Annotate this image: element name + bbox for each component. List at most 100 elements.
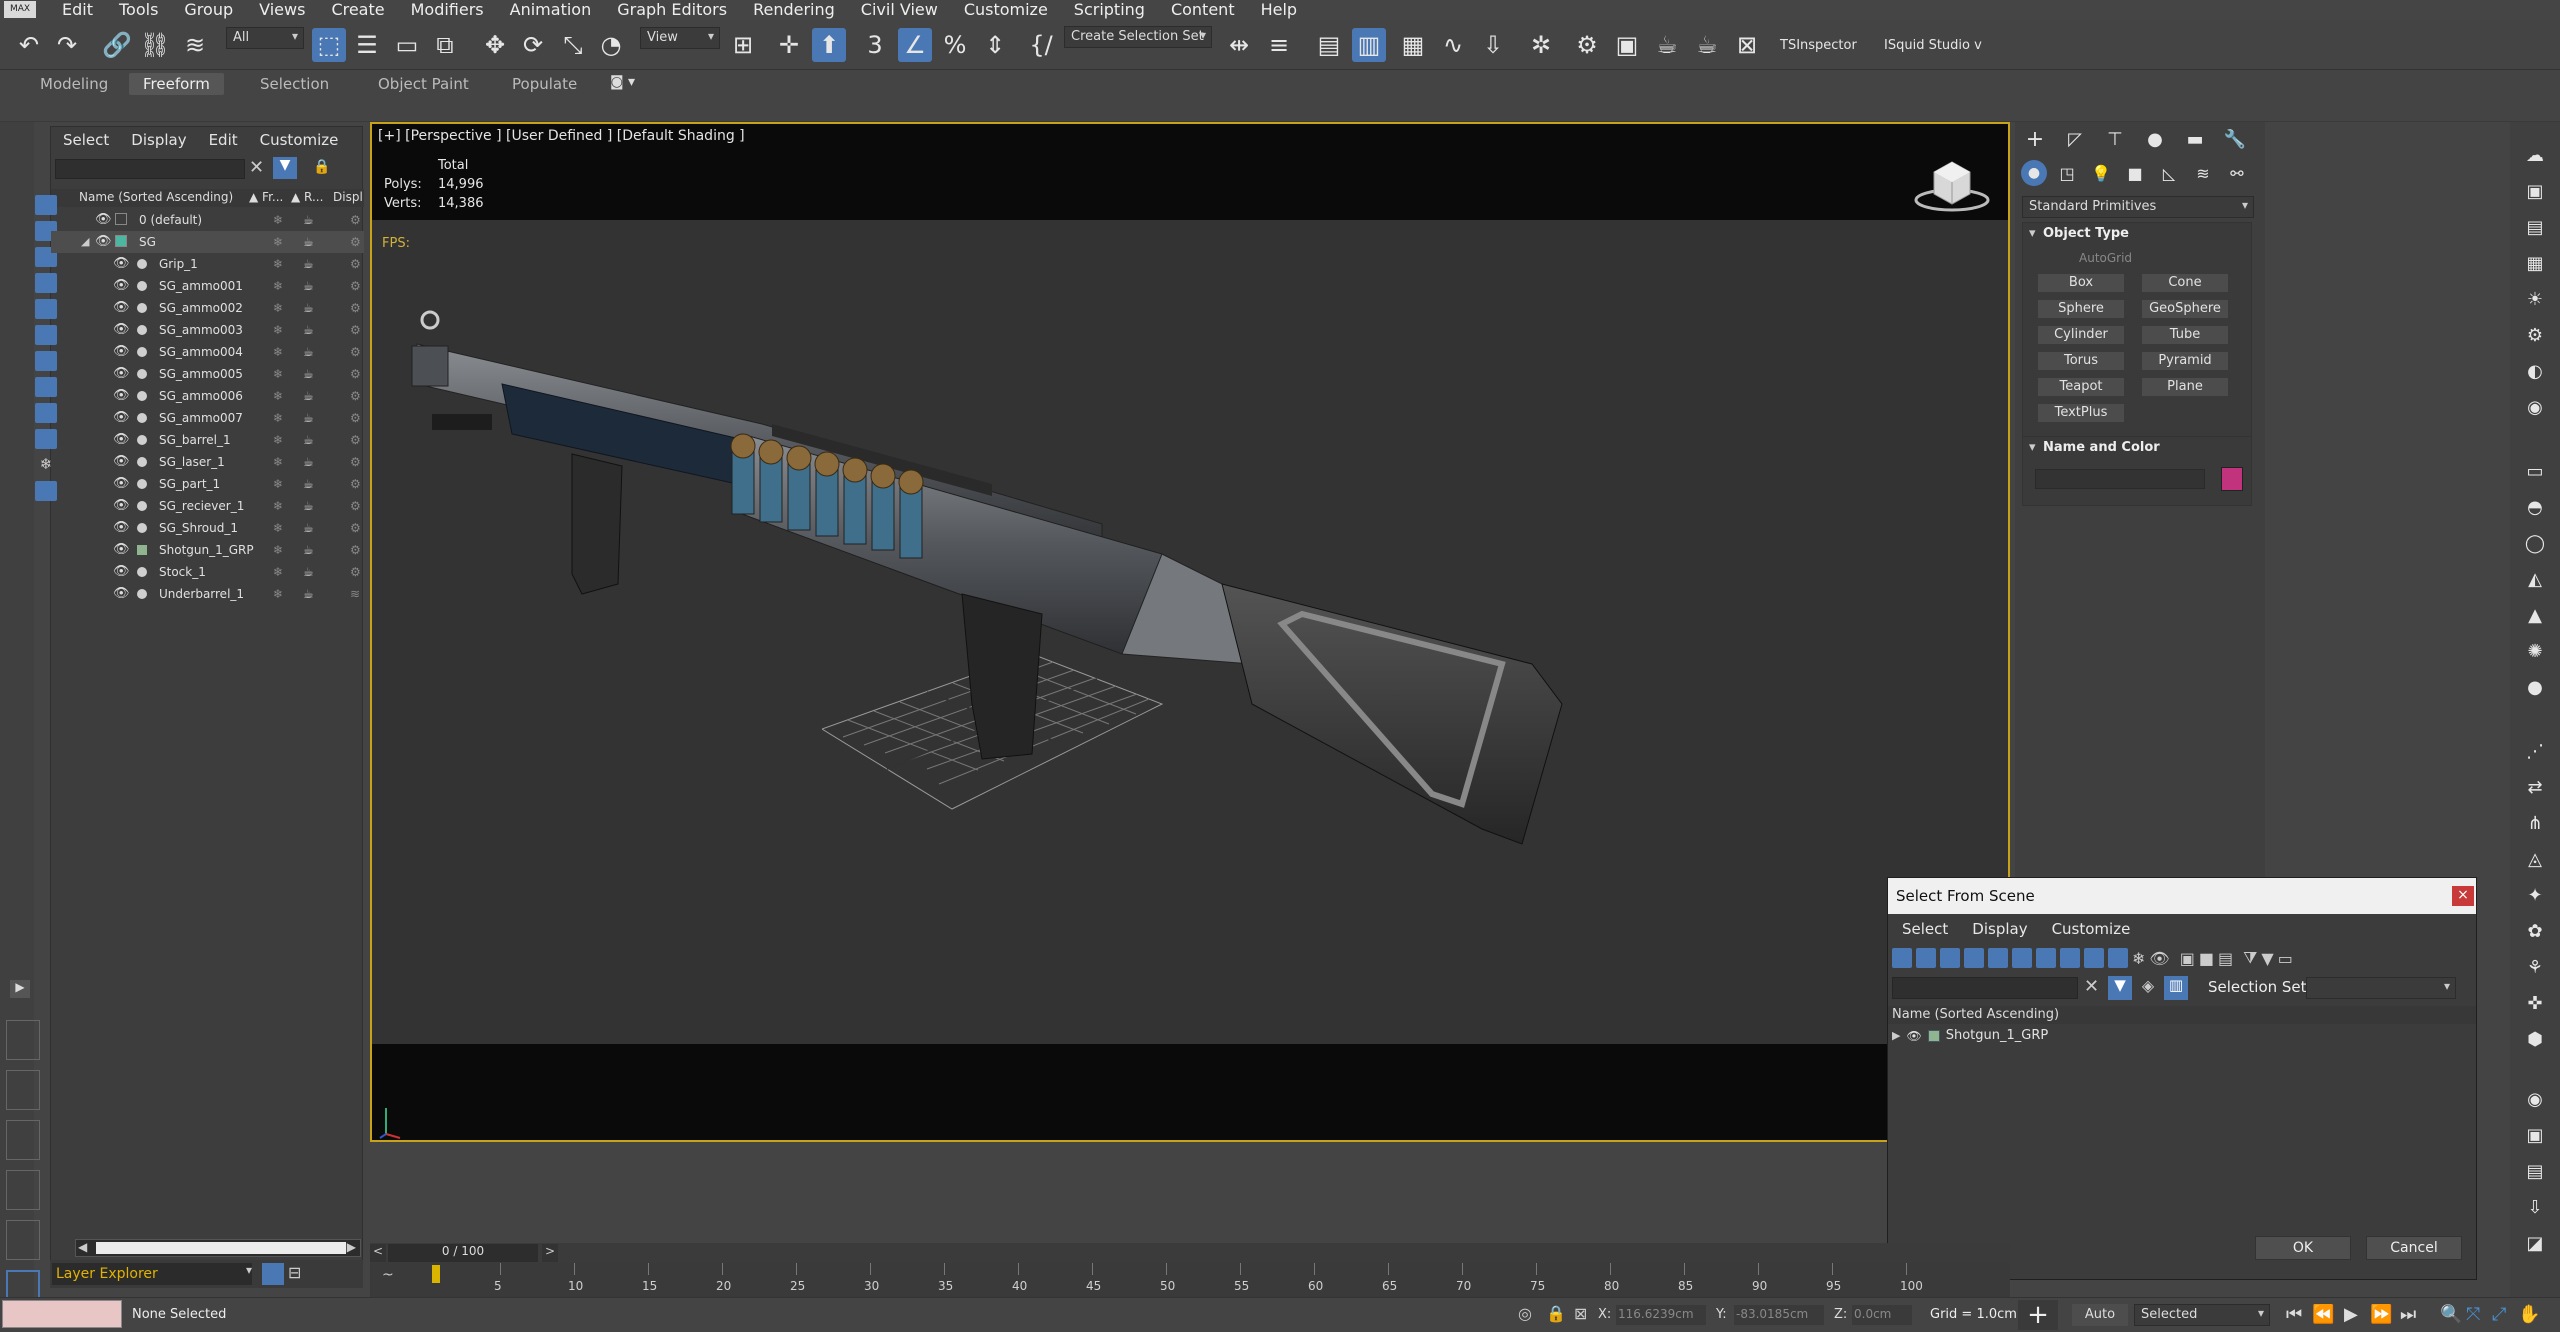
isolate-selection-icon[interactable]: ◎ — [1518, 1304, 1532, 1323]
teapot-button[interactable]: Teapot — [2037, 377, 2125, 397]
layer-mode-icon[interactable] — [262, 1263, 284, 1285]
object-type-title[interactable]: Object Type — [2023, 223, 2251, 245]
visibility-icon[interactable]: 👁 — [113, 363, 130, 385]
systems-category-icon[interactable]: ⚯ — [2223, 160, 2251, 186]
right-tool-20-icon[interactable]: ✦ — [2518, 878, 2552, 912]
table-row[interactable]: 👁 Grip_1 ❄ ☕ ⚙ — [51, 253, 364, 275]
render-toggle-icon[interactable]: ☕ — [303, 583, 314, 605]
perspective-viewport[interactable]: [+] [Perspective ] [User Defined ] [Defa… — [370, 122, 2010, 1142]
table-row[interactable]: 👁 SG_part_1 ❄ ☕ ⚙ — [51, 473, 364, 495]
render-toggle-icon[interactable]: ☕ — [303, 451, 314, 473]
cylinder-button[interactable]: Cylinder — [2037, 325, 2125, 345]
dialog-cameras-icon[interactable] — [1964, 948, 1984, 968]
clear-search-icon[interactable]: ✕ — [249, 157, 264, 178]
display-toggle-icon[interactable]: ⚙ — [350, 253, 361, 275]
column-name-header[interactable]: Name (Sorted Ascending) — [79, 190, 233, 204]
dialog-hierarchy-icon[interactable]: ▥ — [2164, 976, 2188, 1000]
visibility-icon[interactable]: 👁 — [113, 385, 130, 407]
dialog-title[interactable]: Select From Scene — [1888, 878, 2476, 914]
freeze-toggle-icon[interactable]: ❄ — [273, 517, 283, 539]
render-toggle-icon[interactable]: ☕ — [303, 275, 314, 297]
rendered-frame-window-icon[interactable]: ▣ — [1610, 28, 1644, 62]
maxscript-listener[interactable] — [2, 1300, 122, 1328]
unlink-icon[interactable]: ⛓ — [138, 28, 172, 62]
pan-icon[interactable]: ✋ — [2518, 1304, 2540, 1325]
render-toggle-icon[interactable]: ☕ — [303, 495, 314, 517]
table-row[interactable]: 👁 SG_reciever_1 ❄ ☕ ⚙ — [51, 495, 364, 517]
freeze-toggle-icon[interactable]: ❄ — [273, 495, 283, 517]
explorer-dropdown-arrow-icon[interactable]: ▾ — [246, 1263, 252, 1277]
freeze-toggle-icon[interactable]: ❄ — [273, 407, 283, 429]
right-tool-18-icon[interactable]: ⋔ — [2518, 806, 2552, 840]
selection-filter-dropdown[interactable]: All — [226, 27, 304, 49]
right-tool-28-icon[interactable]: ⇩ — [2518, 1190, 2552, 1224]
right-tool-29-icon[interactable]: ◪ — [2518, 1226, 2552, 1260]
right-tool-11-icon[interactable]: ◯ — [2518, 526, 2552, 560]
visibility-icon[interactable]: 👁 — [113, 407, 130, 429]
shotgun-model[interactable] — [402, 284, 2002, 924]
right-tool-19-icon[interactable]: ◬ — [2518, 842, 2552, 876]
name-and-color-title[interactable]: Name and Color — [2023, 437, 2251, 459]
render-toggle-icon[interactable]: ☕ — [303, 363, 314, 385]
dialog-menu-display[interactable]: Display — [1972, 920, 2027, 938]
geosphere-button[interactable]: GeoSphere — [2141, 299, 2229, 319]
freeze-toggle-icon[interactable]: ❄ — [273, 451, 283, 473]
dialog-folder-icon[interactable]: ▭ — [2278, 949, 2293, 968]
render-toggle-icon[interactable]: ☕ — [303, 231, 314, 253]
time-next-icon[interactable]: > — [542, 1244, 558, 1262]
curve-editor-icon[interactable]: ∿ — [1436, 28, 1470, 62]
lock-icon[interactable]: 🔒 — [313, 159, 330, 175]
column-freeze-header[interactable]: ▲ Fr... — [249, 190, 283, 204]
table-row[interactable]: 👁 SG_Shroud_1 ❄ ☕ ⚙ — [51, 517, 364, 539]
display-toggle-icon[interactable]: ⚙ — [350, 473, 361, 495]
snaps-toggle-icon[interactable]: 3 — [858, 28, 892, 62]
row-name[interactable]: Shotgun_1_GRP — [159, 539, 254, 561]
viewport-label-menu[interactable]: [+] [Perspective ] [User Defined ] [Defa… — [378, 128, 745, 144]
menu-customize[interactable]: Customize — [964, 0, 1048, 20]
box-button[interactable]: Box — [2037, 273, 2125, 293]
column-display-header[interactable]: Displ — [333, 190, 363, 204]
selection-set-dropdown[interactable] — [2306, 977, 2456, 999]
right-tool-27-icon[interactable]: ▤ — [2518, 1154, 2552, 1188]
freeze-toggle-icon[interactable]: ❄ — [273, 429, 283, 451]
display-toggle-icon[interactable]: ⚙ — [350, 495, 361, 517]
rectangular-selection-icon[interactable]: ▭ — [390, 28, 424, 62]
plane-button[interactable]: Plane — [2141, 377, 2229, 397]
display-toggle-icon[interactable]: ⚙ — [350, 429, 361, 451]
menu-content[interactable]: Content — [1171, 0, 1235, 20]
hierarchy-tab-icon[interactable]: ⊤ — [2101, 126, 2129, 152]
tab-freeform[interactable]: Freeform — [129, 73, 224, 95]
dialog-layers-icon[interactable]: ◈ — [2136, 976, 2160, 1000]
display-toggle-icon[interactable]: ⚙ — [350, 451, 361, 473]
freeze-toggle-icon[interactable]: ❄ — [273, 253, 283, 275]
visibility-icon[interactable]: 👁 — [113, 319, 130, 341]
render-production-icon[interactable]: ☕ — [1650, 28, 1684, 62]
zoom-extents-icon[interactable]: ⤢ — [2492, 1304, 2506, 1325]
bind-space-warp-icon[interactable]: ≋ — [178, 28, 212, 62]
modify-tab-icon[interactable]: ◸ — [2061, 126, 2089, 152]
named-selection-set-dropdown[interactable]: Create Selection Set — [1064, 26, 1212, 48]
key-filter-dropdown[interactable]: Selected — [2134, 1304, 2270, 1326]
table-row[interactable]: 👁 SG_ammo006 ❄ ☕ ⚙ — [51, 385, 364, 407]
row-name[interactable]: Underbarrel_1 — [159, 583, 244, 605]
dialog-hidden-icon[interactable]: 👁 — [2149, 949, 2169, 968]
list-item[interactable]: ▶ 👁 Shotgun_1_GRP — [1892, 1028, 2048, 1043]
table-row[interactable]: 👁 SG_ammo007 ❄ ☕ ⚙ — [51, 407, 364, 429]
freeze-toggle-icon[interactable]: ❄ — [273, 297, 283, 319]
dialog-xrefs-icon[interactable] — [2060, 948, 2080, 968]
freeze-toggle-icon[interactable]: ❄ — [273, 473, 283, 495]
window-crossing-icon[interactable]: ⧉ — [428, 28, 462, 62]
menu-rendering[interactable]: Rendering — [753, 0, 835, 20]
freeze-toggle-icon[interactable]: ❄ — [273, 583, 283, 605]
render-toggle-icon[interactable]: ☕ — [303, 429, 314, 451]
right-tool-9-icon[interactable]: ▭ — [2518, 454, 2552, 488]
display-toggle-icon[interactable]: ⚙ — [350, 407, 361, 429]
row-name[interactable]: SG_reciever_1 — [159, 495, 244, 517]
menu-edit[interactable]: Edit — [62, 0, 93, 20]
visibility-icon[interactable]: 👁 — [113, 583, 130, 605]
curve-editor-mini-icon[interactable]: ~ — [382, 1267, 394, 1283]
right-tool-8-icon[interactable]: ◉ — [2518, 390, 2552, 424]
display-toggle-icon[interactable]: ⚙ — [350, 517, 361, 539]
move-icon[interactable]: ✥ — [478, 28, 512, 62]
display-toggle-icon[interactable]: ⚙ — [350, 209, 361, 231]
